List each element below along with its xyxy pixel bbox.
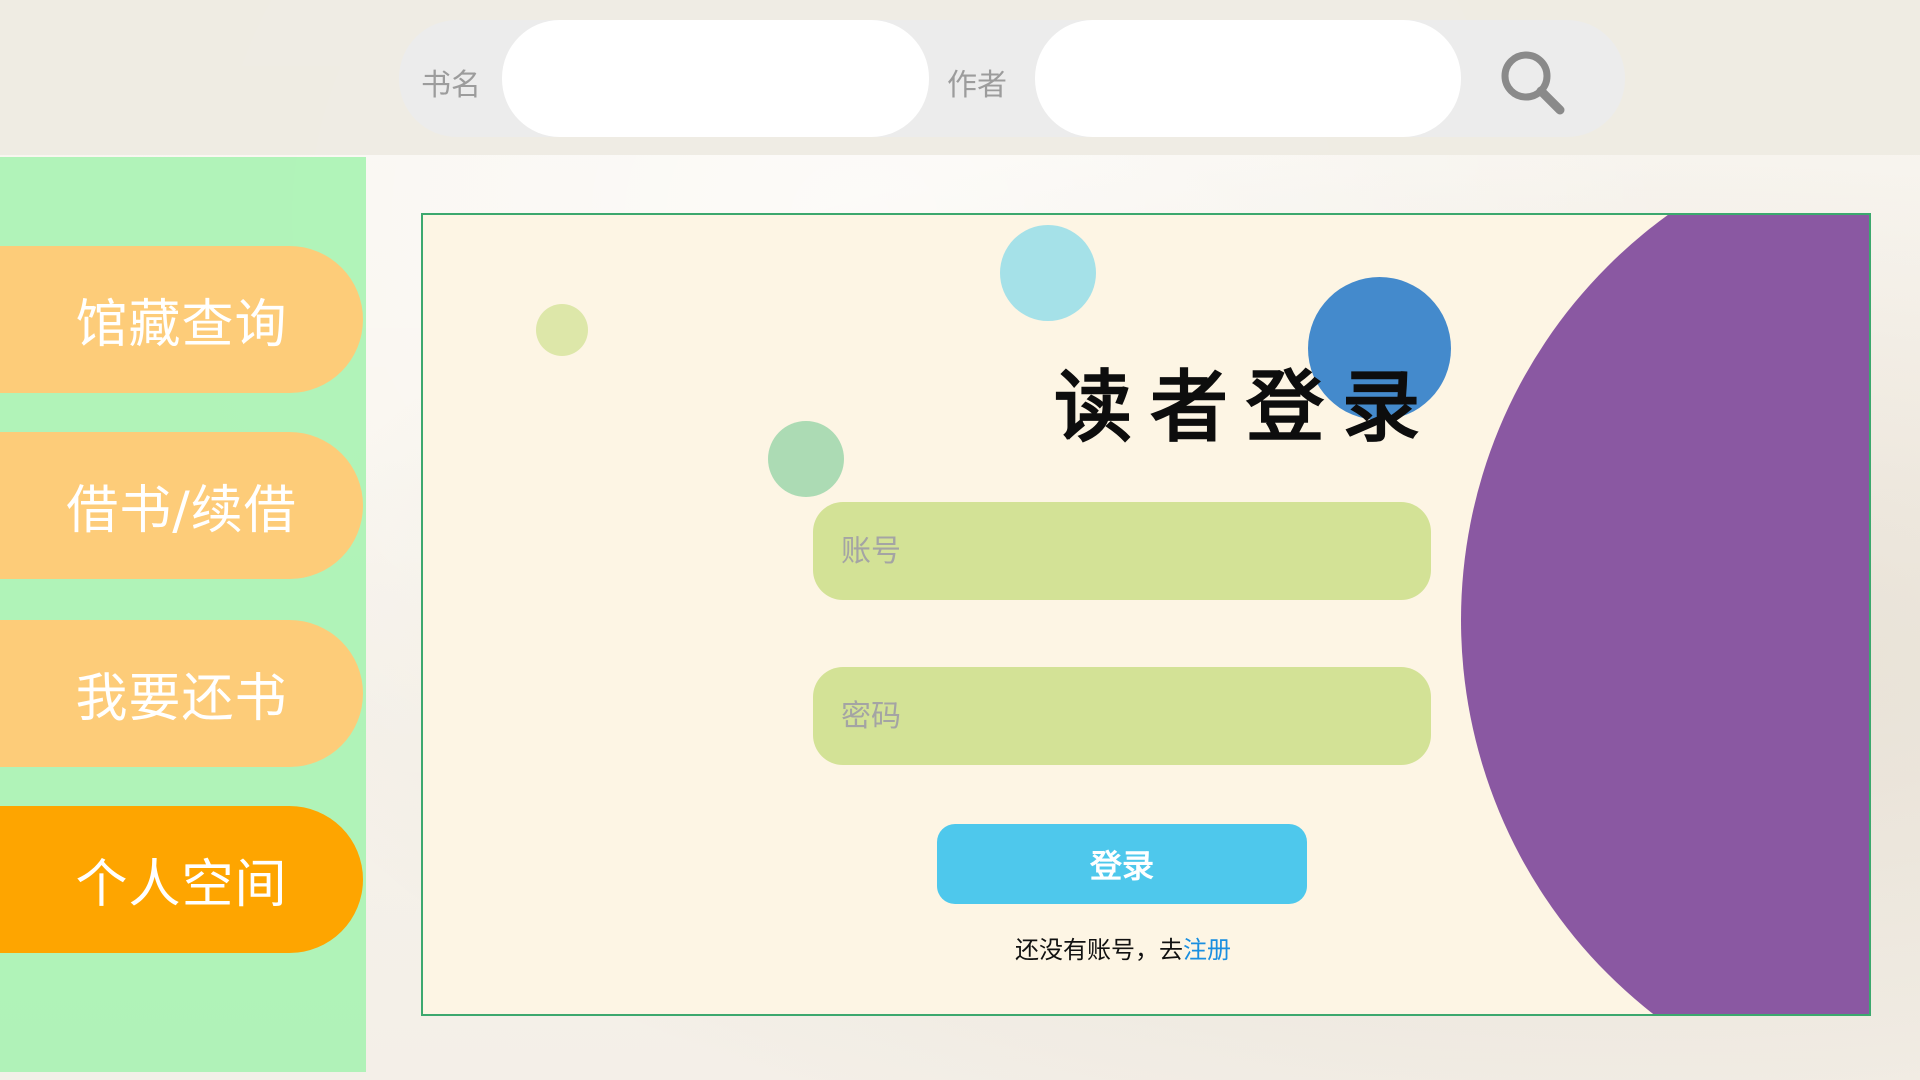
register-prompt: 还没有账号，去注册 (423, 930, 1823, 965)
sidebar-item-borrow-renew[interactable]: 借书/续借 (0, 432, 363, 579)
decorative-purple-circle (1461, 215, 1869, 1014)
sidebar: 馆藏查询 借书/续借 我要还书 个人空间 (0, 157, 366, 1072)
login-card: 读者登录 登录 还没有账号，去注册 (421, 213, 1871, 1016)
account-field[interactable] (813, 502, 1431, 600)
password-field[interactable] (813, 667, 1431, 765)
sidebar-item-collection-search[interactable]: 馆藏查询 (0, 246, 363, 393)
search-icon (1501, 51, 1565, 115)
decorative-dot-green (768, 421, 844, 497)
register-link[interactable]: 注册 (1183, 936, 1231, 964)
login-button[interactable]: 登录 (937, 824, 1307, 904)
title-search-input[interactable] (502, 20, 929, 137)
sidebar-item-label: 借书/续借 (66, 481, 297, 541)
search-bar: 书名 作者 (399, 20, 1625, 137)
author-search-input[interactable] (1035, 20, 1461, 137)
sidebar-item-return-book[interactable]: 我要还书 (0, 620, 363, 767)
register-prompt-text: 还没有账号，去 (1015, 936, 1183, 964)
sidebar-item-label: 个人空间 (75, 855, 288, 915)
decorative-dot-yellow (536, 304, 588, 356)
title-search-label: 书名 (421, 68, 481, 103)
author-search-label: 作者 (947, 68, 1007, 103)
search-button[interactable] (1494, 44, 1574, 124)
sidebar-item-personal-space[interactable]: 个人空间 (0, 806, 363, 953)
decorative-dot-light-blue (1000, 225, 1096, 321)
login-title: 读者登录 (1053, 362, 1438, 453)
sidebar-item-label: 馆藏查询 (75, 295, 288, 355)
sidebar-item-label: 我要还书 (75, 669, 288, 729)
